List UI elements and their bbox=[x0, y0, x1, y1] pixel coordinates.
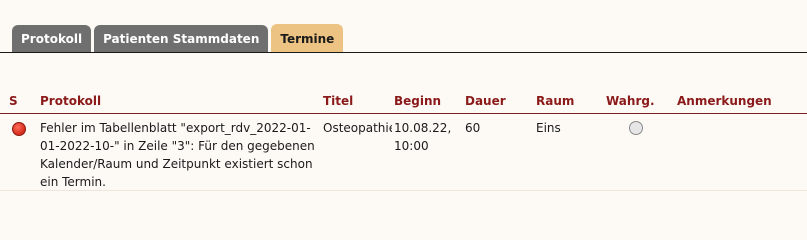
column-header-raum: Raum bbox=[536, 94, 575, 108]
wahrg-radio-button[interactable] bbox=[629, 121, 643, 135]
table-header: S Protokoll Titel Beginn Dauer Raum Wahr… bbox=[0, 94, 807, 114]
cell-protokoll: Fehler im Tabellenblatt "export_rdv_2022… bbox=[40, 121, 315, 189]
cell-dauer: 60 bbox=[465, 121, 481, 135]
column-header-status: S bbox=[9, 94, 18, 108]
cell-raum: Eins bbox=[536, 121, 561, 135]
column-header-beginn: Beginn bbox=[394, 94, 442, 108]
cell-beginn: 10.08.22, 10:00 bbox=[394, 121, 452, 153]
error-status-icon bbox=[12, 122, 26, 136]
tab-bar: Protokoll Patienten Stammdaten Termine bbox=[12, 24, 344, 53]
tab-termine[interactable]: Termine bbox=[271, 24, 344, 53]
table-row: Fehler im Tabellenblatt "export_rdv_2022… bbox=[0, 115, 807, 191]
column-header-protokoll: Protokoll bbox=[40, 94, 102, 108]
column-header-dauer: Dauer bbox=[465, 94, 506, 108]
column-header-wahrg: Wahrg. bbox=[606, 94, 655, 108]
column-header-anmerkungen: Anmerkungen bbox=[677, 94, 772, 108]
cell-titel: Osteopathie bbox=[323, 121, 392, 135]
column-header-titel: Titel bbox=[323, 94, 354, 108]
tab-divider bbox=[0, 52, 807, 53]
tab-protokoll[interactable]: Protokoll bbox=[12, 25, 92, 53]
tab-patienten-stammdaten[interactable]: Patienten Stammdaten bbox=[94, 25, 269, 53]
